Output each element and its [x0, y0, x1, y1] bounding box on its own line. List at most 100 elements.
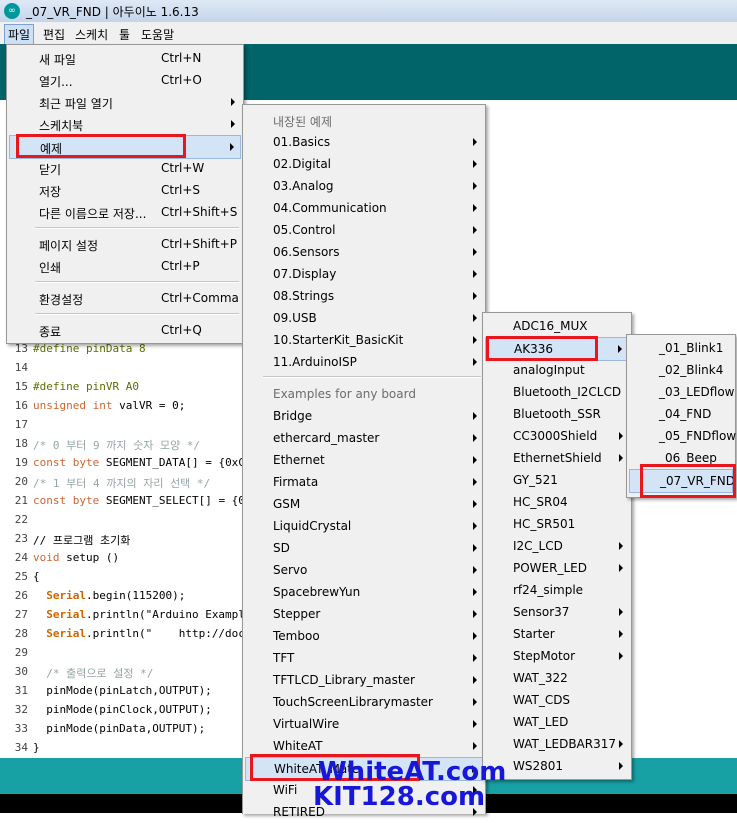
code-keyword: unsigned int	[33, 399, 113, 412]
submenu-arrow-icon	[473, 160, 477, 168]
whiteat-item-hc-sr04[interactable]: HC_SR04	[485, 491, 629, 513]
submenu-arrow-icon	[619, 542, 623, 550]
menu-item-recent[interactable]: 최근 파일 열기	[9, 91, 241, 113]
whiteat-item-adc16-mux[interactable]: ADC16_MUX	[485, 315, 629, 337]
line-number: 14	[14, 361, 28, 374]
examples-item-01-basics[interactable]: 01.Basics	[245, 131, 483, 153]
examples-item-spacebrewyun[interactable]: SpacebrewYun	[245, 581, 483, 603]
menu-help[interactable]: 도움말	[138, 25, 177, 44]
submenu-arrow-icon	[619, 564, 623, 572]
examples-item-06-sensors[interactable]: 06.Sensors	[245, 241, 483, 263]
ak336-item-01-blink1[interactable]: _01_Blink1	[629, 337, 733, 359]
examples-item-servo[interactable]: Servo	[245, 559, 483, 581]
examples-item-02-digital[interactable]: 02.Digital	[245, 153, 483, 175]
menu-item-label: Stepper	[273, 607, 321, 621]
whiteat-item-wat-322[interactable]: WAT_322	[485, 667, 629, 689]
examples-item-sd[interactable]: SD	[245, 537, 483, 559]
whiteat-item-bluetooth-ssr[interactable]: Bluetooth_SSR	[485, 403, 629, 425]
examples-item-temboo[interactable]: Temboo	[245, 625, 483, 647]
submenu-arrow-icon	[473, 588, 477, 596]
examples-item-virtualwire[interactable]: VirtualWire	[245, 713, 483, 735]
menu-item-label: HC_SR501	[513, 517, 576, 531]
line-number: 33	[14, 722, 28, 735]
whiteat-item-sensor37[interactable]: Sensor37	[485, 601, 629, 623]
examples-item-04-communication[interactable]: 04.Communication	[245, 197, 483, 219]
submenu-arrow-icon	[619, 432, 623, 440]
whiteat-item-rf24-simple[interactable]: rf24_simple	[485, 579, 629, 601]
ak336-item-02-blink4[interactable]: _02_Blink4	[629, 359, 733, 381]
whiteat-item-ethernetshield[interactable]: EthernetShield	[485, 447, 629, 469]
examples-builtin-header: 내장된 예제	[245, 109, 483, 131]
submenu-arrow-icon	[230, 143, 234, 151]
submenu-arrow-icon	[473, 610, 477, 618]
whiteat-item-wat-ledbar317[interactable]: WAT_LEDBAR317	[485, 733, 629, 755]
menu-item-label: 최근 파일 열기	[39, 97, 113, 111]
menu-item-save-as[interactable]: 다른 이름으로 저장... Ctrl+Shift+S	[9, 201, 241, 223]
examples-item-tftlcd-library-master[interactable]: TFTLCD_Library_master	[245, 669, 483, 691]
examples-item-firmata[interactable]: Firmata	[245, 471, 483, 493]
examples-item-bridge[interactable]: Bridge	[245, 405, 483, 427]
menu-item-open[interactable]: 열기... Ctrl+O	[9, 69, 241, 91]
ak336-item-04-fnd[interactable]: _04_FND	[629, 403, 733, 425]
menu-item-label: SpacebrewYun	[273, 585, 361, 599]
examples-item-11-arduinoisp[interactable]: 11.ArduinoISP	[245, 351, 483, 373]
examples-item-05-control[interactable]: 05.Control	[245, 219, 483, 241]
code-keyword: void	[33, 551, 60, 564]
menu-item-label: VirtualWire	[273, 717, 340, 731]
examples-item-07-display[interactable]: 07.Display	[245, 263, 483, 285]
code-line: const byte SEGMENT_SELECT[] = {0xF	[33, 494, 258, 507]
whiteat-item-cc3000shield[interactable]: CC3000Shield	[485, 425, 629, 447]
examples-item-gsm[interactable]: GSM	[245, 493, 483, 515]
whiteat-item-ws2801[interactable]: WS2801	[485, 755, 629, 777]
whiteat-item-wat-cds[interactable]: WAT_CDS	[485, 689, 629, 711]
whiteat-item-bluetooth-i2clcd[interactable]: Bluetooth_I2CLCD	[485, 381, 629, 403]
whiteat-item-gy-521[interactable]: GY_521	[485, 469, 629, 491]
whiteat-item-starter[interactable]: Starter	[485, 623, 629, 645]
menu-item-new[interactable]: 새 파일 Ctrl+N	[9, 47, 241, 69]
menu-item-save[interactable]: 저장 Ctrl+S	[9, 179, 241, 201]
whiteat-item-power-led[interactable]: POWER_LED	[485, 557, 629, 579]
examples-item-tft[interactable]: TFT	[245, 647, 483, 669]
examples-item-ethercard-master[interactable]: ethercard_master	[245, 427, 483, 449]
whiteat-item-i2c-lcd[interactable]: I2C_LCD	[485, 535, 629, 557]
examples-item-ethernet[interactable]: Ethernet	[245, 449, 483, 471]
code-keyword: const byte	[33, 494, 100, 507]
examples-item-touchscreenlibrarymaster[interactable]: TouchScreenLibrarymaster	[245, 691, 483, 713]
examples-item-stepper[interactable]: Stepper	[245, 603, 483, 625]
examples-item-10-starterkit-basickit[interactable]: 10.StarterKit_BasicKit	[245, 329, 483, 351]
line-number: 22	[14, 513, 28, 526]
menu-item-label: rf24_simple	[513, 583, 584, 597]
whiteat-item-hc-sr501[interactable]: HC_SR501	[485, 513, 629, 535]
examples-item-08-strings[interactable]: 08.Strings	[245, 285, 483, 307]
whiteat-item-analoginput[interactable]: analogInput	[485, 359, 629, 381]
menu-item-label: 11.ArduinoISP	[273, 355, 357, 369]
menu-edit[interactable]: 편집	[40, 25, 68, 44]
menu-item-sketchbook[interactable]: 스케치북	[9, 113, 241, 135]
menu-item-close[interactable]: 닫기 Ctrl+W	[9, 157, 241, 179]
ak336-item-05-fndflow[interactable]: _05_FNDflow	[629, 425, 736, 447]
examples-item-03-analog[interactable]: 03.Analog	[245, 175, 483, 197]
menu-item-label: Bluetooth_SSR	[513, 407, 601, 421]
examples-menu: 내장된 예제 01.Basics 02.Digital 03.Analog 04.Com…	[242, 104, 486, 819]
ak336-item-03-ledflow[interactable]: _03_LEDflow	[629, 381, 735, 403]
code-line: pinMode(pinData,OUTPUT);	[33, 722, 206, 735]
whiteat-item-wat-led[interactable]: WAT_LED	[485, 711, 629, 733]
code-object: Serial	[33, 589, 86, 602]
menu-file[interactable]: 파일	[4, 24, 35, 45]
menu-item-label: 종료	[39, 325, 62, 339]
menu-item-preferences[interactable]: 환경설정 Ctrl+Comma	[9, 287, 241, 309]
menu-item-label: 저장	[39, 185, 62, 199]
submenu-arrow-icon	[473, 742, 477, 750]
menu-item-page-setup[interactable]: 페이지 설정 Ctrl+Shift+P	[9, 233, 241, 255]
submenu-arrow-icon	[619, 762, 623, 770]
examples-item-09-usb[interactable]: 09.USB	[245, 307, 483, 329]
examples-item-liquidcrystal[interactable]: LiquidCrystal	[245, 515, 483, 537]
title-bar: ∞ _07_VR_FND | 아두이노 1.6.13	[0, 0, 737, 23]
whiteat-item-stepmotor[interactable]: StepMotor	[485, 645, 629, 667]
menu-tools[interactable]: 툴	[116, 25, 133, 44]
menu-sketch[interactable]: 스케치	[72, 25, 111, 44]
menu-item-print[interactable]: 인쇄 Ctrl+P	[9, 255, 241, 277]
menu-item-quit[interactable]: 종료 Ctrl+Q	[9, 319, 241, 341]
menu-item-label: 07.Display	[273, 267, 337, 281]
code-line: /* 0 부터 9 까지 숫자 모양 */	[33, 439, 201, 452]
